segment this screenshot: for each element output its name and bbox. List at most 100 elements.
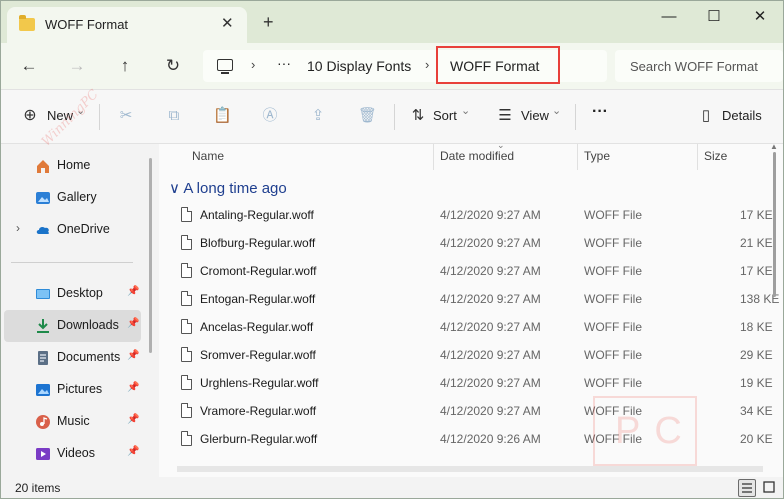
- sidebar-item-home[interactable]: Home: [4, 150, 141, 182]
- file-name: Entogan-Regular.woff: [200, 292, 316, 306]
- sidebar-item-videos[interactable]: Videos 📌: [4, 438, 141, 470]
- vertical-scrollbar[interactable]: [773, 152, 776, 297]
- address-bar[interactable]: › ··· 10 Display Fonts › WOFF Format: [203, 46, 607, 84]
- view-icon: ☰: [498, 107, 512, 124]
- sort-button[interactable]: Sort: [433, 108, 457, 123]
- new-tab-button[interactable]: +: [263, 13, 274, 31]
- column-divider[interactable]: [433, 144, 434, 170]
- plus-circle-icon: ⊕: [23, 107, 37, 124]
- sidebar-item-pictures[interactable]: Pictures 📌: [4, 374, 141, 406]
- chevron-right-icon[interactable]: ›: [425, 57, 429, 72]
- this-pc-icon[interactable]: [217, 59, 233, 74]
- file-icon: [181, 291, 192, 306]
- file-icon: [181, 403, 192, 418]
- file-size: 20 KE: [740, 432, 773, 446]
- column-header-type[interactable]: Type: [584, 149, 610, 163]
- refresh-button[interactable]: ↻: [159, 53, 187, 79]
- file-icon: [181, 263, 192, 278]
- tiles-view-button[interactable]: [761, 479, 779, 497]
- chevron-right-icon[interactable]: ›: [251, 57, 255, 72]
- address-row: ← → ↑ ↻ › ··· 10 Display Fonts › WOFF Fo…: [1, 43, 783, 89]
- delete-icon[interactable]: 🗑: [358, 107, 377, 125]
- table-row[interactable]: Blofburg-Regular.woff 4/12/2020 9:27 AM …: [173, 230, 777, 258]
- group-title: A long time ago: [183, 180, 287, 197]
- table-row[interactable]: Urghlens-Regular.woff 4/12/2020 9:27 AM …: [173, 370, 777, 398]
- column-divider[interactable]: [697, 144, 698, 170]
- table-row[interactable]: Entogan-Regular.woff 4/12/2020 9:27 AM W…: [173, 286, 779, 314]
- file-icon: [181, 207, 192, 222]
- file-type: WOFF File: [584, 376, 642, 390]
- details-view-button[interactable]: [738, 479, 756, 497]
- table-row[interactable]: Sromver-Regular.woff 4/12/2020 9:27 AM W…: [173, 342, 777, 370]
- column-header-size[interactable]: Size: [704, 149, 727, 163]
- watermark-letters: PC: [615, 410, 696, 452]
- details-pane-icon: ▯: [701, 107, 711, 124]
- tab-title: WOFF Format: [45, 17, 129, 32]
- table-row[interactable]: Ancelas-Regular.woff 4/12/2020 9:27 AM W…: [173, 314, 777, 342]
- minimize-button[interactable]: —: [654, 5, 684, 29]
- overflow-crumbs-button[interactable]: ···: [277, 55, 291, 71]
- back-button[interactable]: ←: [15, 53, 43, 79]
- table-row[interactable]: Cromont-Regular.woff 4/12/2020 9:27 AM W…: [173, 258, 777, 286]
- pin-icon[interactable]: 📌: [127, 318, 139, 329]
- more-options-button[interactable]: ···: [592, 103, 608, 121]
- folder-icon: [19, 15, 35, 31]
- column-header-name[interactable]: Name: [192, 149, 224, 163]
- file-size: 21 KE: [740, 236, 773, 250]
- pin-icon[interactable]: 📌: [127, 350, 139, 361]
- breadcrumb-display-fonts[interactable]: 10 Display Fonts: [307, 58, 411, 74]
- paste-icon[interactable]: 📋: [213, 107, 232, 125]
- pin-icon[interactable]: 📌: [127, 414, 139, 425]
- sidebar-scrollbar[interactable]: [149, 158, 152, 353]
- scroll-up-icon[interactable]: ▲: [770, 142, 778, 151]
- tiles-view-icon: [763, 481, 775, 493]
- chevron-down-icon: ⌄: [461, 105, 471, 117]
- file-size: 17 KE: [740, 264, 773, 278]
- documents-icon: [38, 351, 48, 365]
- file-name: Ancelas-Regular.woff: [200, 320, 314, 334]
- pin-icon[interactable]: 📌: [127, 382, 139, 393]
- forward-button[interactable]: →: [63, 53, 91, 79]
- table-row[interactable]: Antaling-Regular.woff 4/12/2020 9:27 AM …: [173, 202, 777, 230]
- sidebar-item-gallery[interactable]: Gallery: [4, 182, 141, 214]
- file-size: 34 KE: [740, 404, 773, 418]
- sidebar-item-documents[interactable]: Documents 📌: [4, 342, 141, 374]
- up-button[interactable]: ↑: [111, 53, 139, 79]
- sidebar-item-onedrive[interactable]: › OneDrive: [4, 214, 141, 246]
- file-date: 4/12/2020 9:27 AM: [440, 320, 541, 334]
- sidebar-item-downloads[interactable]: Downloads 📌: [4, 310, 141, 342]
- cut-icon[interactable]: ✂: [117, 107, 135, 125]
- file-name: Blofburg-Regular.woff: [200, 236, 316, 250]
- horizontal-scrollbar[interactable]: [177, 466, 763, 472]
- maximize-button[interactable]: ☐: [699, 5, 729, 29]
- toolbar-divider: [394, 104, 395, 130]
- command-bar: ⊕ New ⌄ ✂ ⧉ 📋 Ⓐ ⇪ 🗑 ⇅ Sort ⌄ ☰ View ⌄ ··…: [1, 89, 783, 144]
- group-header[interactable]: ∨ A long time ago: [169, 179, 287, 197]
- highlight-box: [436, 46, 560, 84]
- file-date: 4/12/2020 9:27 AM: [440, 404, 541, 418]
- pin-icon[interactable]: 📌: [127, 446, 139, 457]
- share-icon[interactable]: ⇪: [309, 107, 327, 125]
- column-divider[interactable]: [577, 144, 578, 170]
- close-window-button[interactable]: ✕: [745, 5, 775, 29]
- copy-icon[interactable]: ⧉: [165, 107, 183, 125]
- view-button[interactable]: View: [521, 108, 549, 123]
- rename-icon[interactable]: Ⓐ: [261, 107, 279, 125]
- column-header-date[interactable]: Date modified: [440, 149, 514, 163]
- collapse-chevron-icon[interactable]: ∨: [169, 180, 180, 197]
- pin-icon[interactable]: 📌: [127, 286, 139, 297]
- status-bar: 20 items: [1, 477, 783, 498]
- sort-icon: ⇅: [411, 107, 425, 124]
- expand-chevron-icon[interactable]: ›: [16, 221, 20, 235]
- sidebar-item-label: Videos: [57, 446, 95, 460]
- tab-woff-format[interactable]: WOFF Format ✕: [7, 7, 247, 43]
- file-explorer-window: WOFF Format ✕ + — ☐ ✕ ← → ↑ ↻ › ··· 10 D…: [0, 0, 784, 499]
- search-placeholder: Search WOFF Format: [630, 59, 758, 74]
- sidebar-item-label: Music: [57, 414, 90, 428]
- details-button[interactable]: Details: [722, 108, 762, 123]
- file-type: WOFF File: [584, 264, 642, 278]
- sidebar-item-music[interactable]: Music 📌: [4, 406, 141, 438]
- sidebar-item-desktop[interactable]: Desktop 📌: [4, 278, 141, 310]
- tab-close-icon[interactable]: ✕: [221, 14, 234, 32]
- search-input[interactable]: Search WOFF Format: [615, 50, 783, 82]
